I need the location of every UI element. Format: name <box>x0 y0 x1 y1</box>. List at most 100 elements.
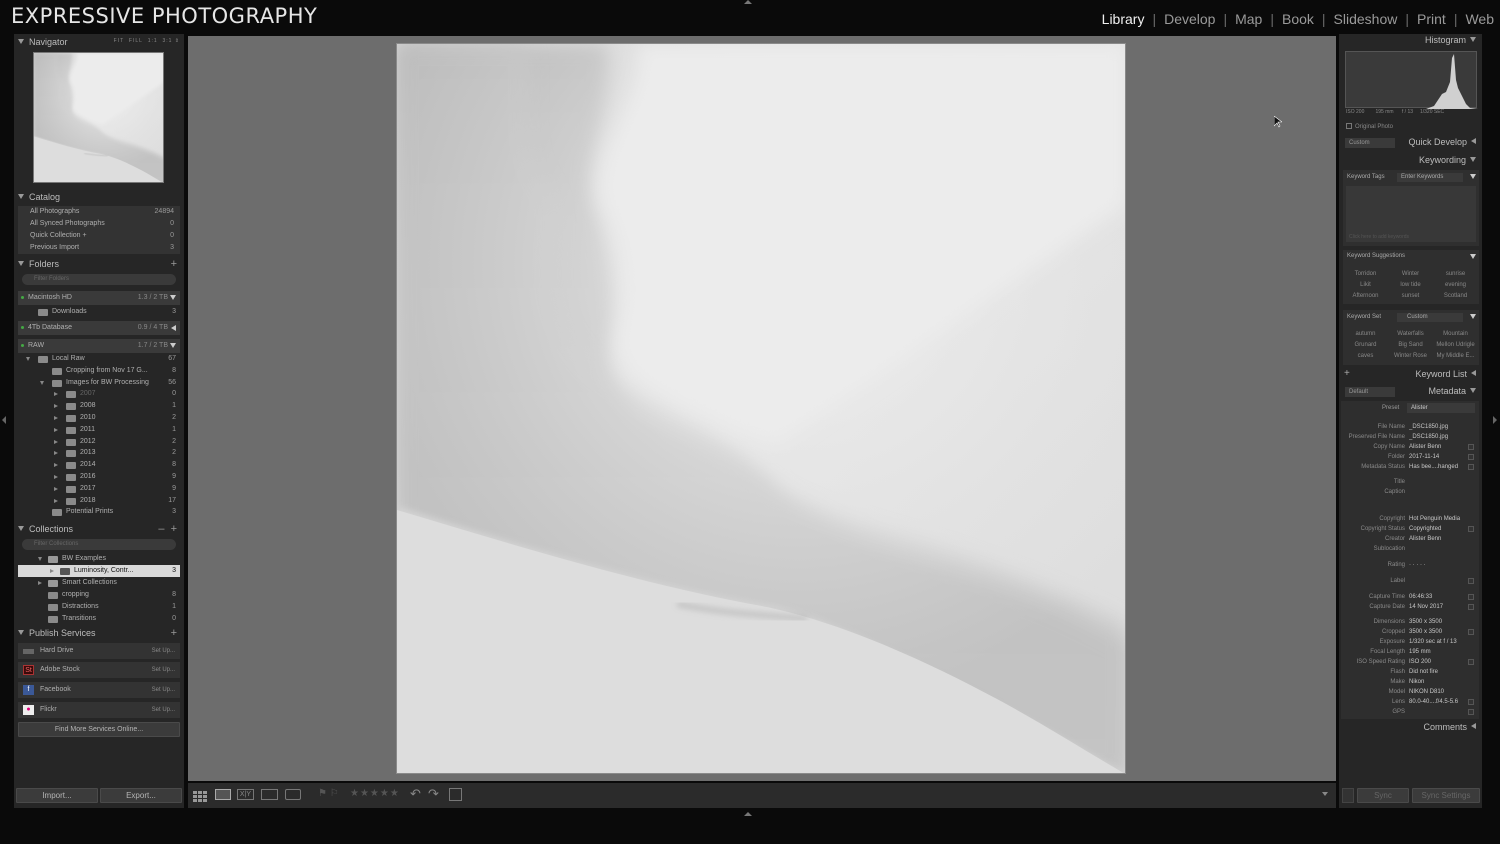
add-keyword-icon[interactable]: + <box>1344 368 1350 379</box>
metadata-row[interactable]: Sublocation <box>1341 544 1477 554</box>
metadata-value[interactable]: Alister Benn <box>1409 534 1467 544</box>
dropdown-icon[interactable] <box>1470 254 1476 259</box>
folder-row[interactable]: 2014 8 <box>18 459 180 471</box>
comments-header[interactable]: Comments <box>1346 722 1476 736</box>
collection-set-row[interactable]: BW Examples <box>18 553 180 565</box>
publish-adobe-stock[interactable]: St Adobe Stock Set Up... <box>18 662 180 678</box>
rating-stars[interactable]: ★★★★★ <box>350 788 400 799</box>
keyword-set-select[interactable]: Custom <box>1397 313 1463 322</box>
collapse-icon[interactable] <box>54 475 58 479</box>
publish-services-header[interactable]: Publish Services + <box>18 627 180 644</box>
metadata-row[interactable]: Preserved File Name _DSC1850.jpg <box>1341 432 1477 442</box>
keyword-chip[interactable]: Torridon <box>1343 269 1388 280</box>
keyword-chip[interactable]: low tide <box>1388 280 1433 291</box>
metadata-row[interactable]: Copy Name Alister Benn <box>1341 442 1477 452</box>
metadata-action-icon[interactable] <box>1468 709 1474 715</box>
folder-row[interactable]: 2011 1 <box>18 424 180 436</box>
metadata-row[interactable]: Cropped 3500 x 3500 <box>1341 627 1477 637</box>
sync-button[interactable]: Sync <box>1357 788 1409 803</box>
keyword-chip[interactable]: Winter Rose <box>1388 351 1433 362</box>
keyword-chip[interactable]: Big Sand <box>1388 340 1433 351</box>
keyword-tags-select[interactable]: Enter Keywords <box>1397 173 1463 182</box>
keyword-chip[interactable]: Mountain <box>1433 329 1478 340</box>
right-panel-toggle-icon[interactable] <box>1493 416 1497 424</box>
metadata-preset-select[interactable]: Alister <box>1407 403 1475 413</box>
metadata-row[interactable]: Rating · · · · · <box>1341 560 1477 570</box>
survey-view-icon[interactable] <box>261 789 278 800</box>
setup-link[interactable]: Set Up... <box>152 643 175 659</box>
metadata-row[interactable]: Make Nikon <box>1341 677 1477 687</box>
collection-set-row[interactable]: Smart Collections <box>18 577 180 589</box>
left-panel-toggle-icon[interactable] <box>2 416 6 424</box>
collapse-icon[interactable] <box>54 486 58 491</box>
metadata-row[interactable]: Caption <box>1341 487 1477 497</box>
metadata-value[interactable]: 195 mm <box>1409 647 1467 657</box>
toolbar-menu-icon[interactable] <box>1322 792 1328 796</box>
people-view-icon[interactable] <box>285 789 301 800</box>
module-map[interactable]: Map <box>1235 11 1262 27</box>
metadata-row[interactable]: Capture Date 14 Nov 2017 <box>1341 602 1477 612</box>
crop-overlay-icon[interactable] <box>449 788 462 801</box>
folder-filter-input[interactable]: Filter Folders <box>22 274 176 285</box>
metadata-action-icon[interactable] <box>1468 659 1474 665</box>
histogram-header[interactable]: Histogram <box>1346 35 1476 49</box>
flag-icon[interactable]: ⚑ ⚐ <box>318 788 339 799</box>
collection-filter-input[interactable]: Filter Collections <box>22 539 176 550</box>
keyword-chip[interactable]: Afternoon <box>1343 291 1388 302</box>
keyword-chip[interactable]: Likit <box>1343 280 1388 291</box>
metadata-value[interactable]: 3500 x 3500 <box>1409 617 1467 627</box>
compare-view-icon[interactable]: X|Y <box>237 789 254 800</box>
metadata-value[interactable]: 80.0-40....f/4.5-5.6 <box>1409 697 1467 707</box>
folder-row[interactable]: 2013 2 <box>18 447 180 459</box>
metadata-row[interactable]: GPS <box>1341 707 1477 717</box>
collection-row[interactable]: Transitions 0 <box>18 613 180 625</box>
folder-row[interactable]: 2018 17 <box>18 495 180 507</box>
keyword-chip[interactable]: My Middle E... <box>1433 351 1478 362</box>
keyword-chip[interactable]: Winter <box>1388 269 1433 280</box>
metadata-row[interactable]: ISO Speed Rating ISO 200 <box>1341 657 1477 667</box>
folder-row[interactable]: 2016 9 <box>18 471 180 483</box>
collection-row-selected[interactable]: Luminosity, Contr... 3 <box>18 565 180 577</box>
catalog-item[interactable]: All Synced Photographs 0 <box>30 218 180 230</box>
metadata-action-icon[interactable] <box>1468 629 1474 635</box>
metadata-action-icon[interactable] <box>1468 699 1474 705</box>
quick-develop-header[interactable]: Quick Develop <box>1396 137 1476 151</box>
metadata-value[interactable]: Hot Penguin Media <box>1409 514 1467 524</box>
metadata-action-icon[interactable] <box>1468 526 1474 532</box>
publish-hard-drive[interactable]: Hard Drive Set Up... <box>18 643 180 659</box>
metadata-row[interactable]: Exposure 1/320 sec at f / 13 <box>1341 637 1477 647</box>
filmstrip-toggle-icon[interactable] <box>744 812 752 816</box>
metadata-row[interactable]: Model NIKON D810 <box>1341 687 1477 697</box>
metadata-row[interactable]: Capture Time 06:46:33 <box>1341 592 1477 602</box>
metadata-value[interactable]: Alister Benn <box>1409 442 1467 452</box>
metadata-row[interactable]: Title <box>1341 477 1477 487</box>
collection-row[interactable]: Distractions 1 <box>18 601 180 613</box>
metadata-action-icon[interactable] <box>1468 594 1474 600</box>
module-develop[interactable]: Develop <box>1164 11 1215 27</box>
keyword-chip[interactable]: autumn <box>1343 329 1388 340</box>
folders-header[interactable]: Folders + <box>18 258 180 275</box>
module-library[interactable]: Library <box>1102 11 1145 27</box>
metadata-action-icon[interactable] <box>1468 578 1474 584</box>
rotate-left-icon[interactable]: ↶ <box>410 786 421 802</box>
keyword-chip[interactable]: Waterfalls <box>1388 329 1433 340</box>
add-folder-icon[interactable]: + <box>171 258 177 270</box>
folder-row[interactable]: Potential Prints 3 <box>18 506 180 518</box>
metadata-row[interactable]: Creator Alister Benn <box>1341 534 1477 544</box>
keyword-entry-box[interactable]: Click here to add keywords <box>1346 186 1476 242</box>
keyword-chip[interactable]: Scotland <box>1433 291 1478 302</box>
expand-icon[interactable] <box>40 380 44 385</box>
expand-icon[interactable] <box>26 357 30 361</box>
metadata-value[interactable]: _DSC1850.jpg <box>1409 432 1467 442</box>
metadata-row[interactable]: Dimensions 3500 x 3500 <box>1341 617 1477 627</box>
folder-row[interactable]: 2010 2 <box>18 412 180 424</box>
metadata-value[interactable]: ISO 200 <box>1409 657 1467 667</box>
metadata-value[interactable]: Copyrighted <box>1409 524 1467 534</box>
export-button[interactable]: Export... <box>100 788 182 803</box>
metadata-row[interactable]: Copyright Hot Penguin Media <box>1341 514 1477 524</box>
module-book[interactable]: Book <box>1282 11 1314 27</box>
folder-row[interactable]: 2017 9 <box>18 483 180 495</box>
collapse-icon[interactable] <box>54 427 58 432</box>
module-slideshow[interactable]: Slideshow <box>1334 11 1398 27</box>
keyword-chip[interactable]: sunset <box>1388 291 1433 302</box>
